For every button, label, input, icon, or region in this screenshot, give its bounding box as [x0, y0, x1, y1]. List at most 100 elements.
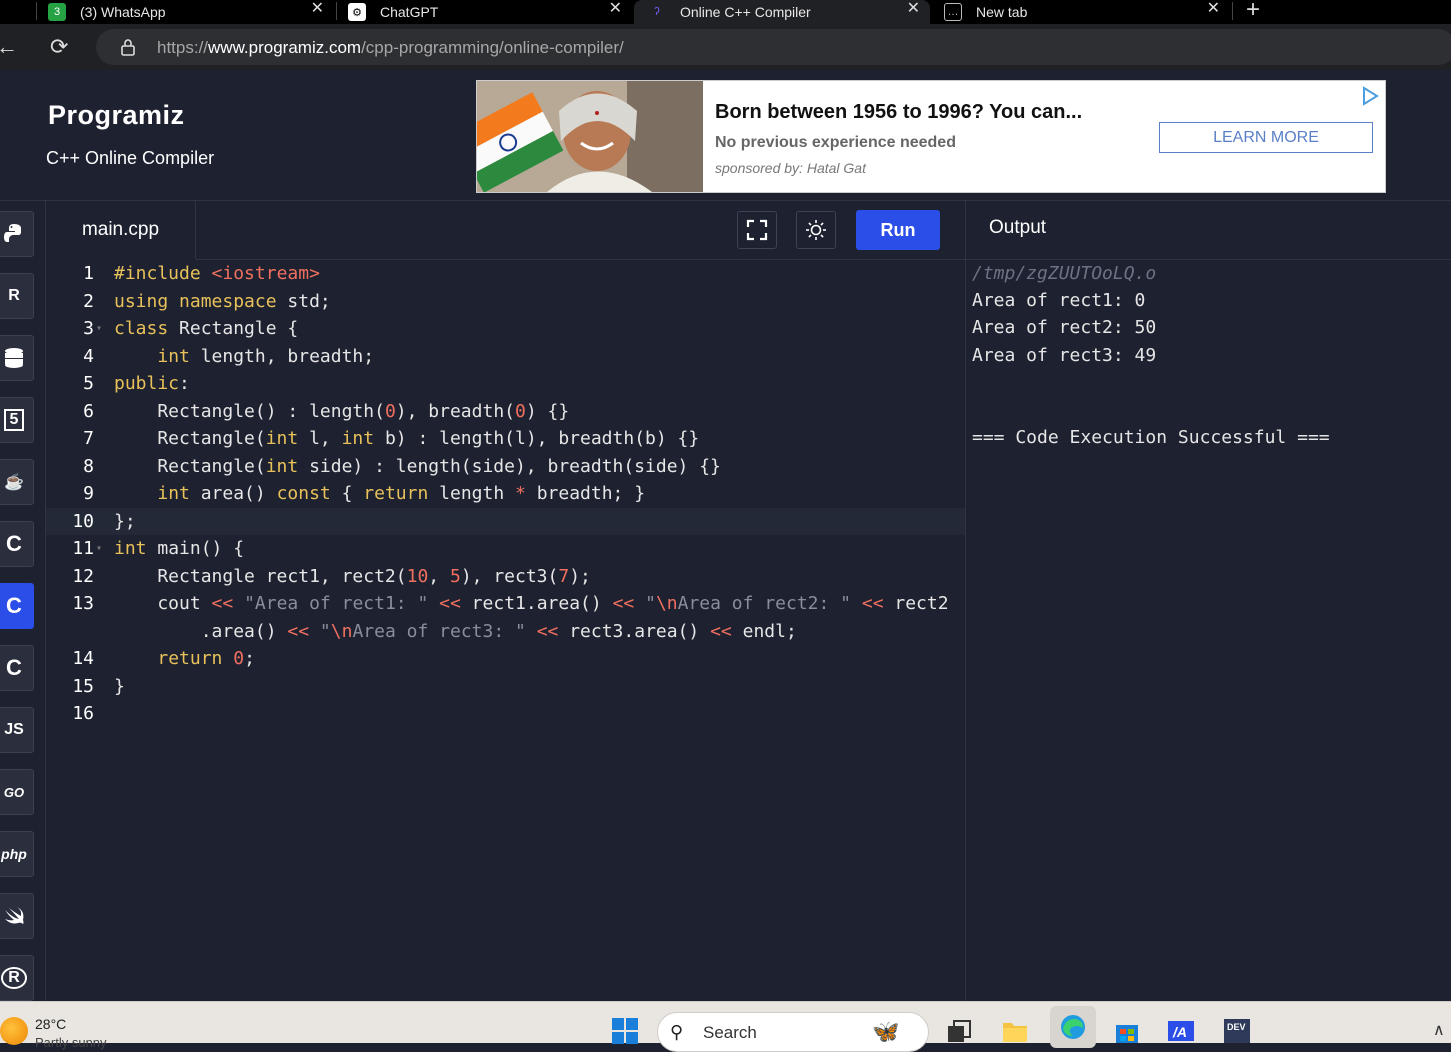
whatsapp-icon: 3: [48, 3, 66, 21]
fullscreen-button[interactable]: [737, 211, 777, 249]
ad-subline: No previous experience needed: [715, 134, 956, 151]
code-text: .area() << "\nArea of rect3: " << rect3.…: [114, 620, 797, 642]
swift-icon[interactable]: [0, 893, 34, 939]
line-number: 15: [72, 675, 94, 697]
dev-app-icon[interactable]: DEV: [1222, 1016, 1252, 1046]
code-line[interactable]: 15}: [46, 673, 965, 700]
back-arrow-icon[interactable]: ←: [0, 34, 18, 60]
code-line[interactable]: 1 #include <iostream>: [46, 260, 965, 287]
advertisement-banner[interactable]: Born between 1956 to 1996? You can... No…: [476, 80, 1386, 193]
page-subtitle: C++ Online Compiler: [46, 148, 215, 168]
c-icon[interactable]: C: [0, 521, 34, 567]
output-title: Output: [989, 217, 1047, 238]
tab-separator: [1232, 2, 1233, 20]
code-line[interactable]: 4 int length, breadth;: [46, 343, 965, 370]
js-icon[interactable]: JS: [0, 707, 34, 753]
code-text: using namespace std;: [114, 290, 331, 312]
tab-chatgpt[interactable]: ⚙ ChatGPT ✕: [348, 0, 632, 24]
code-line[interactable]: 2 using namespace std;: [46, 288, 965, 315]
code-line[interactable]: .area() << "\nArea of rect3: " << rect3.…: [46, 618, 965, 645]
ad-image: [477, 81, 703, 192]
weather-sun-icon[interactable]: [0, 1017, 28, 1045]
code-line[interactable]: 13 cout << "Area of rect1: " << rect1.ar…: [46, 590, 965, 617]
site-header: Programiz C++ Online Compiler Born betwe…: [0, 70, 1451, 201]
file-explorer-icon[interactable]: [1000, 1016, 1030, 1046]
code-text: Rectangle rect1, rect2(10, 5), rect3(7);: [114, 565, 591, 587]
code-line[interactable]: 14 return 0;: [46, 645, 965, 672]
rust-icon[interactable]: R: [0, 955, 34, 1001]
code-line[interactable]: 8 Rectangle(int side) : length(side), br…: [46, 453, 965, 480]
cpp-icon[interactable]: C: [0, 583, 34, 629]
code-line[interactable]: 11 ▾ int main() {: [46, 535, 965, 562]
edge-browser-icon[interactable]: [1050, 1006, 1096, 1048]
close-icon[interactable]: ✕: [609, 0, 622, 18]
search-icon: ⚲: [670, 1022, 684, 1042]
browser-tab-bar: 3 (3) WhatsApp ✕ ⚙ ChatGPT ✕ ʔ Online C+…: [0, 0, 1451, 24]
code-editor-pane: main.cpp Run 1 #include <iostream> 2 using …: [46, 201, 965, 1001]
line-number: 14: [72, 648, 94, 669]
adchoices-icon[interactable]: [1359, 85, 1381, 107]
code-text: Rectangle() : length(0), breadth(0) {}: [114, 400, 570, 422]
programiz-icon: ʔ: [654, 6, 660, 18]
csharp-icon[interactable]: C: [0, 645, 34, 691]
tab-new-tab[interactable]: … New tab ✕: [944, 0, 1230, 24]
r-icon[interactable]: R: [0, 273, 34, 319]
html-icon[interactable]: 5: [0, 397, 34, 443]
search-label: Search: [703, 1023, 757, 1042]
tab-label: New tab: [976, 4, 1028, 20]
line-number: 8: [83, 455, 94, 477]
close-icon[interactable]: ✕: [907, 0, 920, 18]
tab-label: (3) WhatsApp: [80, 4, 166, 20]
go-icon[interactable]: GO: [0, 769, 34, 815]
code-line[interactable]: 3 ▾ class Rectangle {: [46, 315, 965, 342]
code-text: cout << "Area of rect1: " << rect1.area(…: [114, 593, 949, 614]
tab-label: Online C++ Compiler: [680, 4, 811, 20]
code-text: public:: [114, 373, 190, 394]
file-tab-main-cpp[interactable]: main.cpp: [46, 201, 196, 259]
ad-learn-more-button[interactable]: LEARN MORE: [1159, 122, 1373, 153]
tab-whatsapp[interactable]: 3 (3) WhatsApp ✕: [48, 0, 334, 24]
windows-start-icon[interactable]: [610, 1016, 640, 1046]
php-icon[interactable]: php: [0, 831, 34, 877]
code-text: }: [114, 675, 125, 697]
sql-icon[interactable]: [0, 335, 34, 381]
code-line[interactable]: 16: [46, 700, 965, 727]
vs-code-app-icon[interactable]: /A: [1166, 1016, 1196, 1046]
url-text[interactable]: https://www.programiz.com/cpp-programmin…: [157, 38, 624, 58]
code-line[interactable]: 10};: [46, 507, 965, 535]
line-number: 1: [83, 263, 94, 284]
code-line[interactable]: 9 int area() const { return length * bre…: [46, 480, 965, 507]
programiz-logo[interactable]: Programiz: [48, 100, 185, 131]
line-number: 16: [72, 703, 94, 724]
output-pane: Output /tmp/zgZUUTOoLQ.o Area of rect1: …: [965, 201, 1451, 1001]
code-line[interactable]: 7 Rectangle(int l, int b) : length(l), b…: [46, 425, 965, 452]
close-icon[interactable]: ✕: [311, 0, 324, 18]
taskbar-search[interactable]: ⚲ Search 🦋: [657, 1012, 929, 1052]
microsoft-store-icon[interactable]: [1112, 1016, 1142, 1046]
close-icon[interactable]: ✕: [1207, 0, 1220, 18]
code-line[interactable]: 12 Rectangle rect1, rect2(10, 5), rect3(…: [46, 563, 965, 590]
fold-arrow-icon[interactable]: ▾: [96, 535, 102, 562]
python-icon[interactable]: [0, 211, 34, 257]
url-bar[interactable]: https://www.programiz.com/cpp-programmin…: [96, 29, 1451, 65]
line-number: 4: [83, 345, 94, 367]
java-icon[interactable]: ☕: [0, 459, 34, 505]
task-view-icon[interactable]: [944, 1016, 974, 1046]
chatgpt-icon: ⚙: [348, 3, 366, 21]
weather-temperature[interactable]: 28°C: [35, 1016, 66, 1032]
run-button[interactable]: Run: [856, 210, 940, 250]
theme-toggle-button[interactable]: [796, 211, 836, 249]
code-line[interactable]: 6 Rectangle() : length(0), breadth(0) {}: [46, 398, 965, 425]
execution-status: === Code Execution Successful ===: [972, 427, 1330, 448]
line-number: 3: [83, 318, 94, 339]
code-text: int area() const { return length * bread…: [157, 483, 646, 504]
reload-icon[interactable]: ⟳: [50, 34, 68, 60]
ad-headline[interactable]: Born between 1956 to 1996? You can...: [715, 101, 1082, 124]
code-text: };: [114, 510, 136, 532]
code-line[interactable]: 5 public:: [46, 370, 965, 397]
chevron-up-icon[interactable]: ∧: [1433, 1020, 1445, 1040]
tab-separator: [36, 2, 37, 20]
fold-arrow-icon[interactable]: ▾: [96, 315, 102, 342]
new-tab-plus-icon[interactable]: +: [1246, 0, 1260, 24]
tab-online-cpp-compiler[interactable]: ʔ Online C++ Compiler ✕: [634, 0, 930, 24]
